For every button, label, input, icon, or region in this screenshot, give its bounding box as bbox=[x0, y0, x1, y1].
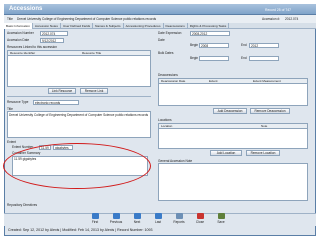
tab-accession-notes[interactable]: Accession Notes bbox=[33, 23, 61, 29]
general-note-textarea[interactable] bbox=[158, 163, 308, 201]
last-icon bbox=[154, 213, 162, 219]
resource-type-select[interactable]: electronic records bbox=[33, 99, 79, 105]
nav-button-label: Next bbox=[133, 220, 141, 224]
tab-strip: Basic Information Accession Notes User D… bbox=[4, 23, 316, 29]
tab-deaccessions[interactable]: Deaccessions bbox=[164, 23, 188, 29]
deaccessions-header: Deaccession Date Extent Extent Measureme… bbox=[159, 79, 307, 84]
nav-button-label: Reports bbox=[173, 220, 185, 224]
locations-table: Location Note bbox=[158, 123, 308, 149]
tab-basic-information[interactable]: Basic Information bbox=[4, 23, 33, 29]
first-button[interactable]: First bbox=[86, 213, 104, 225]
nav-button-row: First Previous Next Last Reports Close Save bbox=[86, 213, 230, 225]
linked-resources-label: Resources Linked to this accession bbox=[7, 45, 57, 49]
repository-directives-label: Repository Directives bbox=[7, 203, 38, 207]
record-nav-text: Record 25 of 747 bbox=[265, 8, 292, 12]
deaccessions-label: Deaccessions bbox=[158, 73, 178, 77]
date-expression-label: Date Expression bbox=[158, 31, 182, 35]
resource-title-column[interactable]: Resource Title bbox=[82, 51, 101, 55]
title-textarea[interactable]: Drexel University College of Engineering… bbox=[7, 111, 151, 138]
accession-date-field[interactable]: 9/12/2012 bbox=[40, 37, 64, 43]
remove-location-button[interactable]: Remove Location bbox=[246, 150, 280, 156]
bulk-begin-field[interactable] bbox=[199, 55, 229, 61]
first-icon bbox=[91, 213, 99, 219]
nav-button-label: Previous bbox=[109, 220, 123, 224]
extent-section-label: Extent bbox=[7, 140, 17, 144]
deaccession-extent-column[interactable]: Extent bbox=[209, 79, 253, 83]
add-location-button[interactable]: Add Location bbox=[210, 150, 242, 156]
deaccessions-table: Deaccession Date Extent Extent Measureme… bbox=[158, 78, 308, 106]
link-resource-button[interactable]: Link Resource bbox=[48, 88, 76, 94]
header-accession-label: Accession #: bbox=[262, 17, 281, 21]
tab-rights-processing[interactable]: Rights & Processing Tasks bbox=[188, 23, 230, 29]
header-title-label: Title bbox=[7, 17, 13, 21]
last-button[interactable]: Last bbox=[149, 213, 167, 225]
deaccession-date-column[interactable]: Deaccession Date bbox=[161, 79, 209, 83]
save-button[interactable]: Save bbox=[212, 213, 230, 225]
date-label: Date bbox=[158, 38, 165, 42]
next-icon bbox=[133, 213, 141, 219]
nav-button-label: Save bbox=[217, 220, 225, 224]
remove-link-button[interactable]: Remove Link bbox=[80, 88, 108, 94]
tab-accessioning-procedures[interactable]: Accessioning Procedures bbox=[124, 23, 164, 29]
location-column[interactable]: Location bbox=[161, 124, 261, 128]
previous-button[interactable]: Previous bbox=[107, 213, 125, 225]
begin-label: Begin bbox=[190, 43, 199, 47]
save-icon bbox=[217, 213, 225, 219]
end-label: End bbox=[241, 43, 247, 47]
bulk-dates-label: Bulk Dates bbox=[158, 51, 174, 55]
end-date-field[interactable]: 2012 bbox=[249, 42, 279, 48]
header-accession-value: 2012.074 bbox=[285, 17, 299, 21]
nav-button-label: Close bbox=[195, 220, 205, 224]
nav-button-label: Last bbox=[154, 220, 162, 224]
tab-user-defined-fields[interactable]: User Defined Fields bbox=[61, 23, 94, 29]
previous-icon bbox=[112, 213, 120, 219]
bulk-end-label: End bbox=[241, 56, 247, 60]
linked-resources-header: Resource Identifier Resource Title bbox=[8, 51, 150, 56]
tab-names-subjects[interactable]: Names & Subjects bbox=[93, 23, 124, 29]
accession-number-label: Accession Number bbox=[7, 31, 34, 35]
close-icon bbox=[196, 213, 204, 219]
window-title: Accessions bbox=[9, 5, 43, 12]
bulk-end-field[interactable] bbox=[249, 55, 279, 61]
resource-identifier-column[interactable]: Resource Identifier bbox=[10, 51, 82, 55]
linked-resources-table: Resource Identifier Resource Title bbox=[7, 50, 151, 87]
header-title-value: Drexel University College of Engineering… bbox=[17, 17, 157, 21]
record-footer: Created: Sep 12, 2012 by Alexis | Modifi… bbox=[8, 228, 153, 232]
begin-date-field[interactable]: 2008 bbox=[199, 42, 229, 48]
annotation-oval bbox=[3, 143, 151, 189]
deaccession-measurement-column[interactable]: Extent Measurement bbox=[253, 79, 281, 83]
bulk-begin-label: Begin bbox=[190, 56, 199, 60]
next-button[interactable]: Next bbox=[128, 213, 146, 225]
locations-label: Locations bbox=[158, 118, 172, 122]
divider bbox=[7, 96, 151, 97]
accession-date-label: Accession Date bbox=[7, 38, 30, 42]
resource-type-label: Resource Type bbox=[7, 100, 29, 104]
reports-icon bbox=[175, 213, 183, 219]
reports-button[interactable]: Reports bbox=[170, 213, 188, 225]
nav-button-label: First bbox=[91, 220, 99, 224]
locations-header: Location Note bbox=[159, 124, 307, 129]
accession-number-field[interactable]: 2012.074 bbox=[40, 30, 68, 36]
remove-deaccession-button[interactable]: Remove Deaccession bbox=[250, 108, 290, 114]
add-deaccession-button[interactable]: Add Deaccession bbox=[213, 108, 247, 114]
date-expression-field[interactable]: 2008-2012 bbox=[190, 30, 230, 36]
close-button[interactable]: Close bbox=[191, 213, 209, 225]
location-note-column[interactable]: Note bbox=[261, 124, 267, 128]
